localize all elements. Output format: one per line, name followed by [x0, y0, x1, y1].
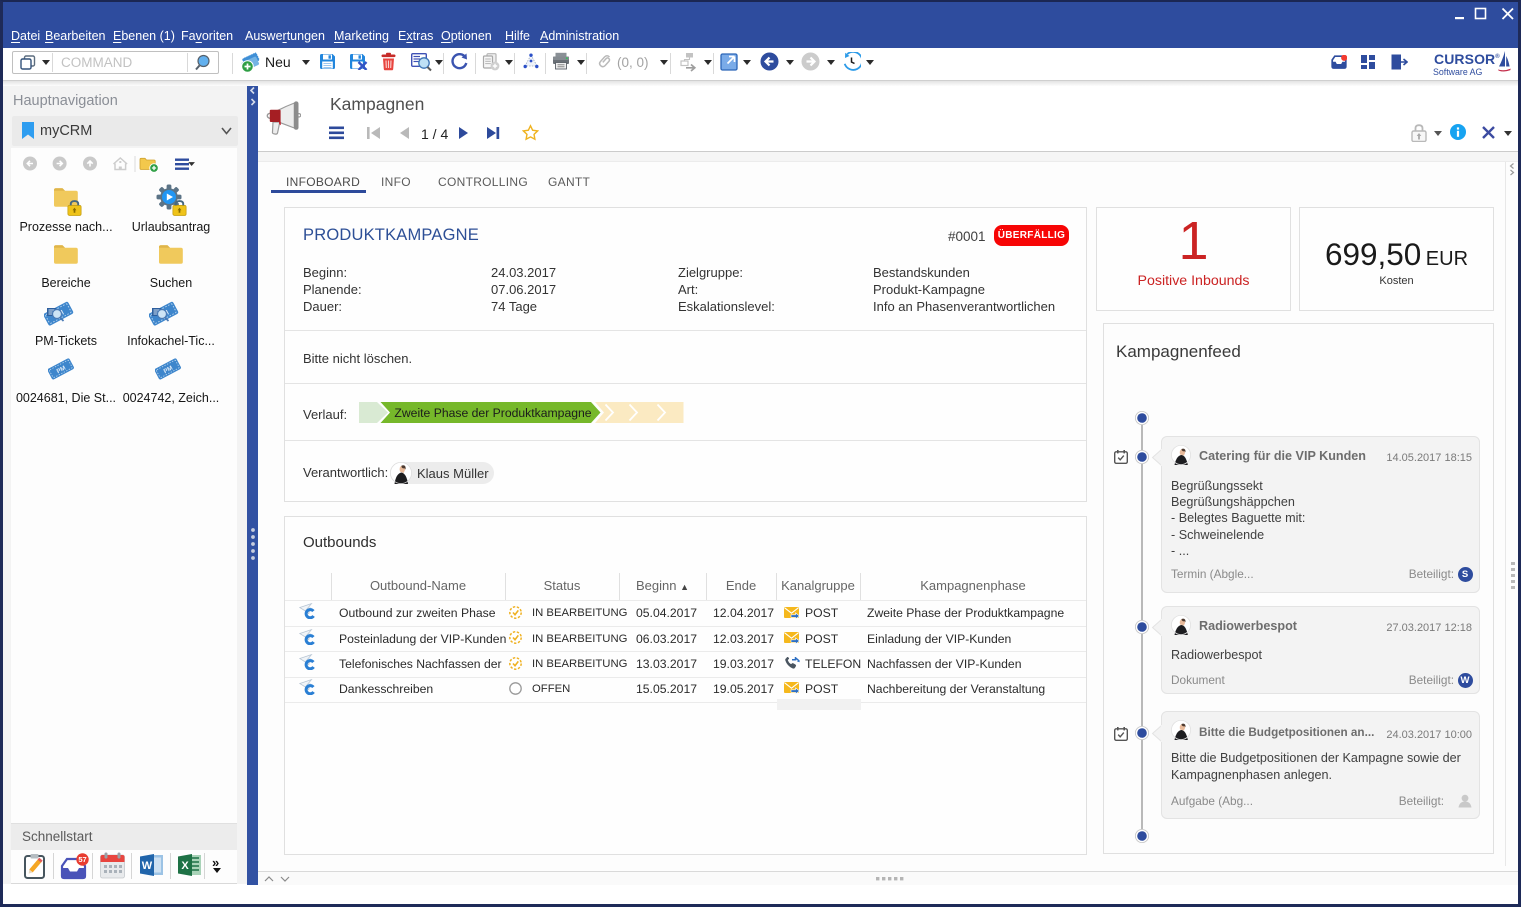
svg-text:W: W	[142, 860, 153, 872]
svg-text:57: 57	[78, 855, 86, 864]
svg-text:X: X	[181, 860, 189, 872]
svg-text:Zweite Phase der Produktkampag: Zweite Phase der Produktkampagne	[394, 406, 591, 420]
